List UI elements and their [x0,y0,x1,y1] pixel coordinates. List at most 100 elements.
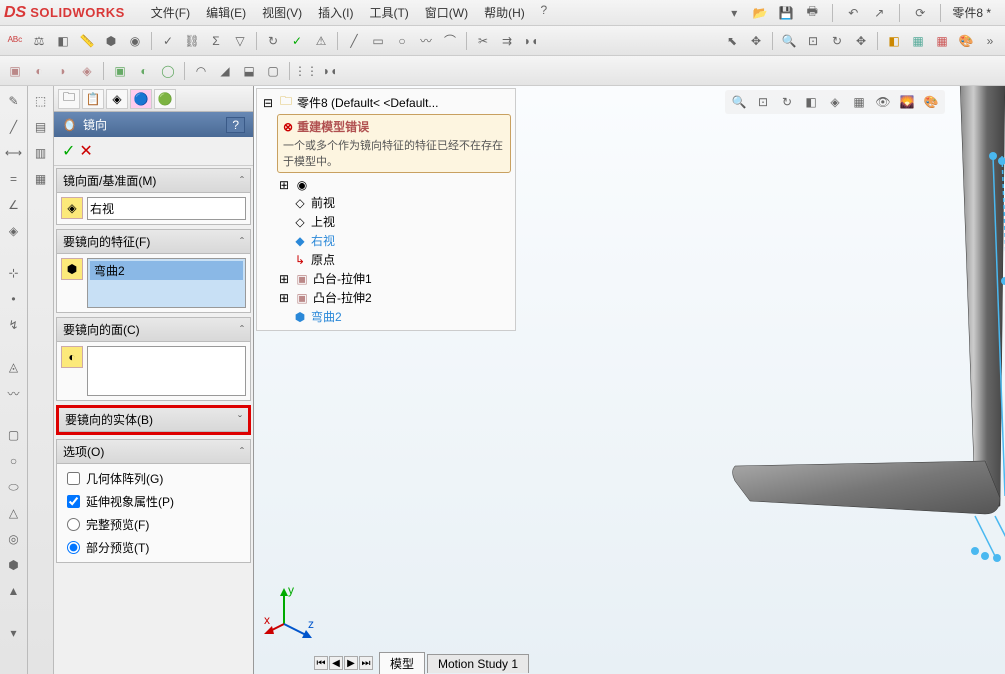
menu-view[interactable]: 视图(V) [256,1,308,24]
tab-last-icon[interactable]: ⏭ [359,656,373,670]
sketch-icon[interactable]: ✎ [3,90,25,112]
hide-icon[interactable]: ▦ [931,30,953,52]
angle-icon[interactable]: ∠ [3,194,25,216]
tree-extrude1[interactable]: ⊞ ▣ 凸台-拉伸1 [261,269,511,288]
option-full-preview[interactable]: 完整预览(F) [67,516,240,533]
rotate-icon[interactable]: ↻ [826,30,848,52]
option-geom-pattern[interactable]: 几何体阵列(G) [67,470,240,487]
viewport[interactable]: 🔍 ⊡ ↻ ◧ ◈ ▦ 👁 🌄 🎨 ⊟ 🗀 零件8 (Default< <Def… [254,86,1005,674]
sweep-icon[interactable]: ◗ [52,60,74,82]
rebuild-icon[interactable]: ⟳ [911,4,929,22]
sensor-icon[interactable]: ◉ [124,30,146,52]
section-header[interactable]: 要镜向的面(C) ˆ [57,318,250,342]
sphere-icon[interactable]: ○ [3,450,25,472]
list-item[interactable]: 右视 [90,200,243,217]
dim-icon[interactable]: ✓ [157,30,179,52]
curve-icon[interactable]: 〰 [3,382,25,404]
tab-first-icon[interactable]: ⏮ [314,656,328,670]
panel-help-icon[interactable]: ? [226,117,245,133]
menu-insert[interactable]: 插入(I) [312,1,359,24]
error-icon[interactable]: ⚠ [310,30,332,52]
spline-icon[interactable]: 〰 [415,30,437,52]
tree-flex2[interactable]: ⬢ 弯曲2 [261,307,511,326]
check-icon[interactable]: ✓ [286,30,308,52]
loft-icon[interactable]: ◈ [76,60,98,82]
undo-icon[interactable]: ↶ [844,4,862,22]
tab-appearance[interactable]: 🔵 [130,89,152,109]
measure-icon[interactable]: 📏 [76,30,98,52]
pattern-icon[interactable]: ⋮⋮ [295,60,317,82]
radio[interactable] [67,541,80,554]
down-arrow-icon[interactable]: ▾ [3,622,25,644]
plane-icon[interactable]: ◈ [3,220,25,242]
rect-icon[interactable]: ▭ [367,30,389,52]
trim-icon[interactable]: ✂ [472,30,494,52]
reload-icon[interactable]: ↻ [262,30,284,52]
plus-icon[interactable]: ⊞ [277,291,291,305]
plus-icon[interactable]: ⊞ [277,272,291,286]
move-icon[interactable]: ✥ [745,30,767,52]
mass-icon[interactable]: ⬢ [100,30,122,52]
revolve-icon[interactable]: ◐ [28,60,50,82]
hole-icon[interactable]: ◯ [157,60,179,82]
section-header[interactable]: 要镜向的特征(F) ˆ [57,230,250,254]
checkbox[interactable] [67,495,80,508]
menu-edit[interactable]: 编辑(E) [200,1,252,24]
chamfer-icon[interactable]: ◢ [214,60,236,82]
mirror-face-list[interactable]: 右视 [87,197,246,220]
face-select-icon[interactable]: ◈ [61,197,83,219]
shell-icon[interactable]: ▢ [262,60,284,82]
lt2-icon[interactable]: ▥ [30,142,52,164]
print-icon[interactable]: 🖶 [803,4,821,22]
dim-tool-icon[interactable]: ⟷ [3,142,25,164]
tab-feature-tree[interactable]: 🗀 [58,89,80,109]
tab-motion-study[interactable]: Motion Study 1 [427,654,529,673]
features-list[interactable]: 弯曲2 [87,258,246,308]
cut-extrude-icon[interactable]: ▣ [109,60,131,82]
cone-icon[interactable]: △ [3,502,25,524]
menu-file[interactable]: 文件(F) [145,1,196,24]
lt2-icon[interactable]: ⬚ [30,90,52,112]
zoom-area-icon[interactable]: ⊡ [802,30,824,52]
mirror3d-icon[interactable]: ◗◖ [319,60,341,82]
offset-icon[interactable]: ⇉ [496,30,518,52]
menu-tools[interactable]: 工具(T) [363,1,414,24]
surface-icon[interactable]: ◬ [3,356,25,378]
section-header[interactable]: 镜向面/基准面(M) ˆ [57,169,250,193]
eq-tool-icon[interactable]: = [3,168,25,190]
pan-icon[interactable]: ✥ [850,30,872,52]
ok-button[interactable]: ✓ [62,141,75,161]
section-icon[interactable]: ◧ [52,30,74,52]
torus-icon[interactable]: ◎ [3,528,25,550]
menu-help[interactable]: 帮助(H) [478,1,531,24]
tree-extrude2[interactable]: ⊞ ▣ 凸台-拉伸2 [261,288,511,307]
minus-icon[interactable]: ⊟ [261,96,275,110]
line-tool-icon[interactable]: ╱ [3,116,25,138]
faces-list[interactable] [87,346,246,396]
appearance-icon[interactable]: 🎨 [955,30,977,52]
tab-display[interactable]: 🟢 [154,89,176,109]
more-icon[interactable]: » [979,30,1001,52]
lt2-icon[interactable]: ▦ [30,168,52,190]
save-icon[interactable]: 💾 [777,4,795,22]
select-icon[interactable]: ↗ [870,4,888,22]
feature-select-icon[interactable]: ⬢ [61,258,83,280]
zoom-fit-icon[interactable]: 🔍 [778,30,800,52]
axis-icon[interactable]: ⊹ [3,262,25,284]
fillet-icon[interactable]: ⌒ [439,30,461,52]
cut-revolve-icon[interactable]: ◐ [133,60,155,82]
prism-icon[interactable]: ⬢ [3,554,25,576]
tree-root[interactable]: ⊟ 🗀 零件8 (Default< <Default... [261,93,511,112]
rib-icon[interactable]: ⬓ [238,60,260,82]
tree-front[interactable]: ◇ 前视 [261,193,511,212]
line-icon[interactable]: ╱ [343,30,365,52]
circle-icon[interactable]: ○ [391,30,413,52]
new-doc-icon[interactable]: ▾ [725,4,743,22]
checkbox[interactable] [67,472,80,485]
pyramid-icon[interactable]: ▲ [3,580,25,602]
filter-icon[interactable]: ▽ [229,30,251,52]
point-icon[interactable]: • [3,288,25,310]
help-icon[interactable]: ? [535,1,553,19]
tab-prev-icon[interactable]: ◀ [329,656,343,670]
shade-icon[interactable]: ▦ [907,30,929,52]
